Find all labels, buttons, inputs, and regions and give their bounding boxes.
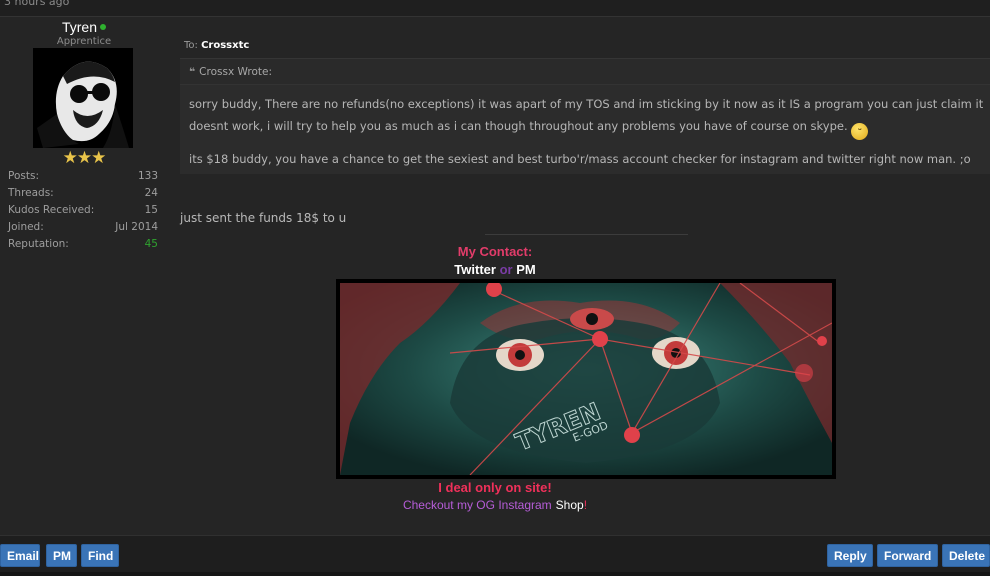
avatar-image — [33, 48, 133, 148]
signature-twitter: Twitter — [454, 262, 496, 277]
username-link[interactable]: Tyren — [62, 19, 97, 35]
bottom-divider — [0, 572, 990, 576]
quote-body: sorry buddy, There are no refunds(no exc… — [180, 85, 990, 170]
signature-divider — [485, 234, 688, 235]
signature-banner: TYREN E-GOD — [336, 279, 836, 479]
pm-button[interactable]: PM — [46, 544, 77, 567]
reply-button[interactable]: Reply — [827, 544, 873, 567]
email-button[interactable]: Email — [0, 544, 40, 567]
stat-value: Jul 2014 — [115, 221, 158, 233]
quote-paragraph: its $18 buddy, you have a chance to get … — [189, 152, 971, 166]
signature-deal-note: I deal only on site! — [438, 480, 552, 495]
stat-value[interactable]: 133 — [138, 168, 158, 185]
signature-shop-line: Checkout my OG Instagram Shop! — [0, 498, 990, 512]
stat-value[interactable]: 15 — [145, 202, 158, 219]
stat-label: Joined: — [8, 221, 44, 233]
banner-image: TYREN E-GOD — [340, 283, 832, 475]
post-body: Tyren Apprentice ★★★ Posts: 133 Threads:… — [0, 17, 990, 535]
signature-pm: PM — [516, 262, 536, 277]
banner-art: TYREN E-GOD — [340, 283, 832, 475]
stat-threads: Threads: 24 — [8, 185, 158, 202]
find-button[interactable]: Find — [81, 544, 119, 567]
quote-header: ❝ Crossx Wrote: — [180, 59, 990, 85]
delete-button[interactable]: Delete — [942, 544, 990, 567]
smiley-icon: ᵕ — [851, 123, 869, 140]
online-status-icon — [100, 24, 106, 31]
post-actions-bar: Email PM Find Reply Forward Delete — [0, 535, 990, 576]
user-stats: Posts: 133 Threads: 24 Kudos Received: 1… — [8, 168, 158, 253]
stat-label: Posts: — [8, 170, 39, 182]
post-header-bar: 3 hours ago — [0, 0, 990, 17]
signature-shop-text: Checkout my OG — [402, 498, 495, 512]
post-time: 3 hours ago — [4, 0, 70, 8]
forward-button[interactable]: Forward — [877, 544, 938, 567]
rank-stars: ★★★ — [62, 148, 107, 168]
quote-icon: ❝ — [189, 66, 196, 78]
quote-block: ❝ Crossx Wrote: sorry buddy, There are no… — [180, 58, 990, 174]
quote-author: Crossx Wrote: — [199, 66, 273, 78]
recipient-label: To: — [184, 40, 198, 51]
stat-label: Threads: — [8, 187, 54, 199]
signature-contact-methods: Twitter or PM — [0, 262, 990, 277]
stat-label: Kudos Received: — [8, 204, 95, 216]
avatar[interactable] — [33, 48, 133, 148]
quote-paragraph: sorry buddy, There are no refunds(no exc… — [189, 93, 984, 140]
signature-exclaim: ! — [583, 498, 588, 512]
signature-instagram: Instagram — [498, 498, 552, 512]
stat-kudos: Kudos Received: 15 — [8, 202, 158, 219]
post-message: just sent the funds 18$ to u — [180, 211, 347, 225]
stat-value[interactable]: 24 — [145, 185, 158, 202]
signature-shop-link[interactable]: Shop — [556, 498, 584, 512]
recipient-name[interactable]: Crossxtc — [201, 40, 249, 51]
stat-joined: Joined: Jul 2014 — [8, 219, 158, 236]
stat-posts: Posts: 133 — [8, 168, 158, 185]
username-row: Tyren — [0, 19, 168, 35]
recipient-line: To: Crossxtc — [184, 40, 249, 51]
user-title: Apprentice — [56, 36, 112, 47]
signature-contact-heading: My Contact: — [457, 244, 533, 259]
signature-or: or — [499, 262, 513, 277]
